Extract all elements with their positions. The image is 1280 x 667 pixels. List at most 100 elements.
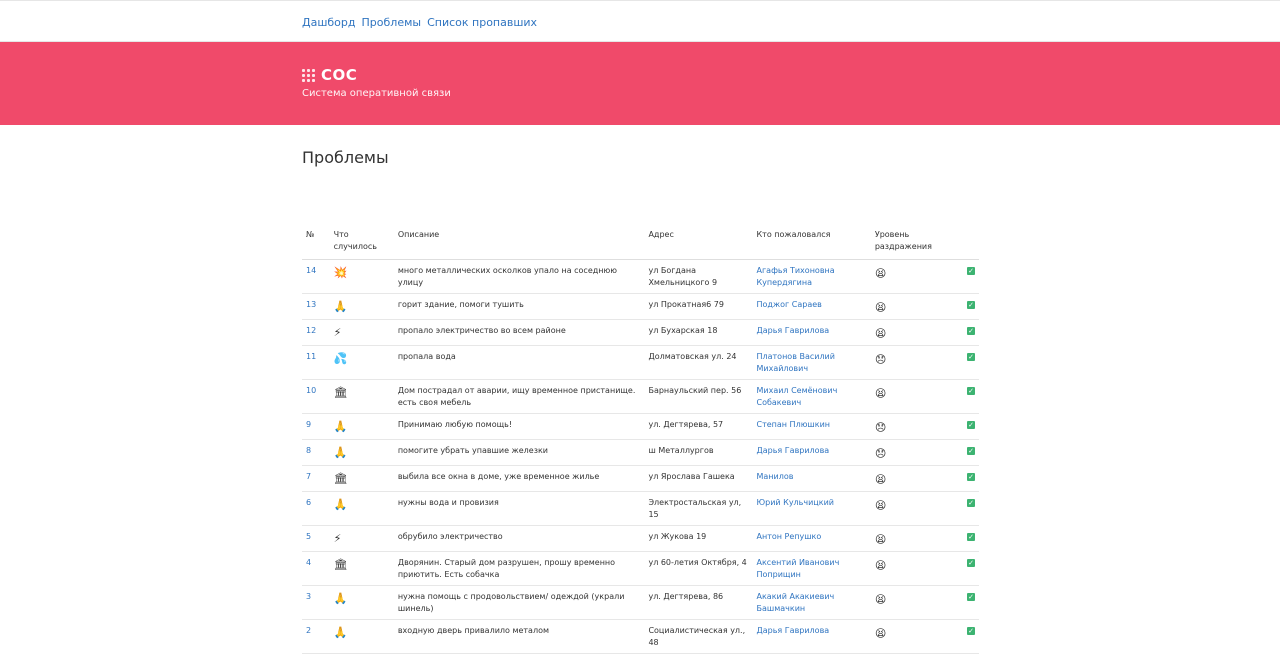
row-address: ул Ярослава Гашека bbox=[644, 465, 753, 492]
check-icon: ✓ bbox=[967, 627, 975, 635]
row-level-cell: 😞 bbox=[870, 439, 963, 466]
row-level-cell: 😫 bbox=[870, 465, 963, 492]
row-id-cell: 12 bbox=[302, 319, 330, 346]
row-level-cell: 😫 bbox=[870, 491, 963, 526]
row-reporter-cell: Михаил Семёнович Собакевич bbox=[752, 379, 871, 414]
row-address: Долматовская ул. 24 bbox=[644, 345, 753, 380]
row-reporter-link[interactable]: Акакий Акакиевич Башмачкин bbox=[756, 592, 834, 613]
row-id-cell: 7 bbox=[302, 465, 330, 492]
row-category-cell: 🙏 bbox=[329, 413, 394, 440]
irritation-face-icon: 😫 bbox=[874, 593, 887, 606]
nav-problems-link[interactable]: Проблемы bbox=[362, 16, 422, 29]
irritation-face-icon: 😫 bbox=[874, 473, 887, 486]
row-status-cell: ✓ bbox=[963, 319, 979, 346]
row-reporter-link[interactable]: Платонов Василий Михайлович bbox=[756, 352, 834, 373]
row-status-cell: ✓ bbox=[963, 465, 979, 492]
table-row: 12 ⚡ пропало электричество во всем районе у… bbox=[302, 319, 979, 346]
row-status-cell: ✓ bbox=[963, 619, 979, 654]
row-id-link[interactable]: 14 bbox=[306, 266, 316, 275]
check-icon: ✓ bbox=[967, 267, 975, 275]
row-id-cell: 3 bbox=[302, 585, 330, 620]
irritation-face-icon: 😫 bbox=[874, 267, 887, 280]
row-id-link[interactable]: 6 bbox=[306, 498, 311, 507]
row-id-link[interactable]: 8 bbox=[306, 446, 311, 455]
row-reporter-cell: Дарья Гаврилова bbox=[752, 319, 871, 346]
table-row: 9 🙏 Принимаю любую помощь! ул. Дегтярева, 5… bbox=[302, 413, 979, 440]
row-status-cell: ✓ bbox=[963, 345, 979, 380]
row-status-cell: ✓ bbox=[963, 439, 979, 466]
header-status bbox=[963, 226, 979, 260]
row-reporter-cell: Манилов bbox=[752, 465, 871, 492]
category-icon: ⚡ bbox=[333, 326, 342, 339]
irritation-face-icon: 😫 bbox=[874, 499, 887, 512]
row-reporter-link[interactable]: Михаил Семёнович Собакевич bbox=[756, 386, 837, 407]
row-category-cell: 🙏 bbox=[329, 619, 394, 654]
table-row: 11 💦 пропала вода Долматовская ул. 24 Платон… bbox=[302, 345, 979, 380]
row-id-link[interactable]: 7 bbox=[306, 472, 311, 481]
row-description: Дворянин. Старый дом разрушен, прошу вре… bbox=[393, 551, 645, 586]
row-address: Социалистическая ул., 48 bbox=[644, 619, 753, 654]
row-category-cell: 🙏 bbox=[329, 439, 394, 466]
row-reporter-link[interactable]: Антон Репушко bbox=[756, 532, 821, 541]
row-category-cell: ⚡ bbox=[329, 525, 394, 552]
row-reporter-link[interactable]: Дарья Гаврилова bbox=[756, 626, 829, 635]
row-id-link[interactable]: 2 bbox=[306, 626, 311, 635]
row-category-cell: 🙏 bbox=[329, 585, 394, 620]
row-id-link[interactable]: 3 bbox=[306, 592, 311, 601]
table-row: 14 💥 много металлических осколков упало на… bbox=[302, 259, 979, 294]
row-reporter-link[interactable]: Степан Плюшкин bbox=[756, 420, 830, 429]
row-description: нужны вода и провизия bbox=[393, 491, 645, 526]
row-reporter-link[interactable]: Аксентий Иванович Поприщин bbox=[756, 558, 839, 579]
row-reporter-link[interactable]: Поджог Сараев bbox=[756, 300, 821, 309]
row-reporter-cell: Аксентий Иванович Поприщин bbox=[752, 551, 871, 586]
row-id-link[interactable]: 12 bbox=[306, 326, 316, 335]
problems-table: № Что случилось Описание Адрес Кто пожал… bbox=[302, 226, 979, 654]
row-id-link[interactable]: 4 bbox=[306, 558, 311, 567]
check-icon: ✓ bbox=[967, 327, 975, 335]
row-reporter-cell: Антон Репушко bbox=[752, 525, 871, 552]
category-icon: 🏛 bbox=[333, 472, 348, 485]
check-icon: ✓ bbox=[967, 421, 975, 429]
row-address: ул Богдана Хмельницкого 9 bbox=[644, 259, 753, 294]
row-id-cell: 13 bbox=[302, 293, 330, 320]
row-id-link[interactable]: 9 bbox=[306, 420, 311, 429]
check-icon: ✓ bbox=[967, 593, 975, 601]
irritation-face-icon: 😞 bbox=[874, 421, 887, 434]
row-category-cell: 🙏 bbox=[329, 491, 394, 526]
row-level-cell: 😫 bbox=[870, 619, 963, 654]
row-id-link[interactable]: 13 bbox=[306, 300, 316, 309]
table-row: 8 🙏 помогите убрать упавшие железки ш Метал… bbox=[302, 439, 979, 466]
row-address: ул Прокатная6 79 bbox=[644, 293, 753, 320]
row-reporter-link[interactable]: Манилов bbox=[756, 472, 793, 481]
row-reporter-cell: Юрий Кульчицкий bbox=[752, 491, 871, 526]
category-icon: 🙏 bbox=[333, 420, 348, 433]
row-address: ул 60-летия Октября, 4 bbox=[644, 551, 753, 586]
row-category-cell: ⚡ bbox=[329, 319, 394, 346]
row-id-link[interactable]: 10 bbox=[306, 386, 316, 395]
row-reporter-link[interactable]: Дарья Гаврилова bbox=[756, 446, 829, 455]
row-id-link[interactable]: 5 bbox=[306, 532, 311, 541]
row-reporter-cell: Агафья Тихоновна Купердягина bbox=[752, 259, 871, 294]
nav-dashboard-link[interactable]: Дашборд bbox=[302, 16, 356, 29]
row-status-cell: ✓ bbox=[963, 379, 979, 414]
row-category-cell: 🙏 bbox=[329, 293, 394, 320]
table-row: 7 🏛 выбила все окна в доме, уже временное … bbox=[302, 465, 979, 492]
row-reporter-link[interactable]: Агафья Тихоновна Купердягина bbox=[756, 266, 834, 287]
brand-title: СОС bbox=[321, 66, 358, 84]
main-nav: Дашборд Проблемы Список пропавших bbox=[302, 16, 537, 29]
row-reporter-cell: Платонов Василий Михайлович bbox=[752, 345, 871, 380]
nav-missing-link[interactable]: Список пропавших bbox=[427, 16, 537, 29]
row-status-cell: ✓ bbox=[963, 413, 979, 440]
category-icon: ⚡ bbox=[333, 532, 342, 545]
header-address: Адрес bbox=[644, 226, 753, 260]
row-reporter-link[interactable]: Дарья Гаврилова bbox=[756, 326, 829, 335]
row-id-link[interactable]: 11 bbox=[306, 352, 316, 361]
row-reporter-link[interactable]: Юрий Кульчицкий bbox=[756, 498, 834, 507]
row-id-cell: 5 bbox=[302, 525, 330, 552]
row-level-cell: 😫 bbox=[870, 293, 963, 320]
page-title: Проблемы bbox=[302, 148, 389, 167]
row-reporter-cell: Акакий Акакиевич Башмачкин bbox=[752, 585, 871, 620]
row-level-cell: 😞 bbox=[870, 413, 963, 440]
row-level-cell: 😫 bbox=[870, 525, 963, 552]
row-description: выбила все окна в доме, уже временное жи… bbox=[393, 465, 645, 492]
